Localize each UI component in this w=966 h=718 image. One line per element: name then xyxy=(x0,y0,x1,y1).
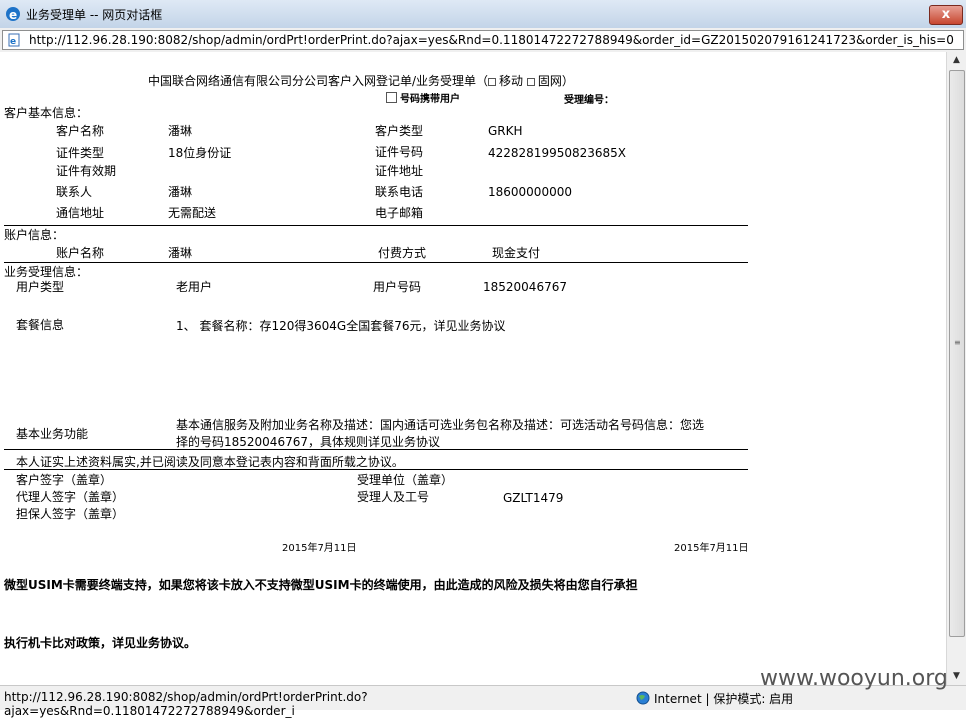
divider xyxy=(4,225,748,226)
account-name-label: 账户名称 xyxy=(56,246,105,260)
mail-addr-value: 无需配送 xyxy=(168,206,217,220)
user-no-label: 用户号码 xyxy=(373,280,422,294)
email-label: 电子邮箱 xyxy=(375,206,424,220)
fixed-checkbox[interactable] xyxy=(526,78,535,86)
notice-policy: 执行机卡比对政策，详见业务协议。 xyxy=(4,636,197,650)
user-no-value: 18520046767 xyxy=(483,280,567,294)
page-icon: e xyxy=(8,33,20,47)
portable-checkbox[interactable] xyxy=(386,92,397,103)
address-bar: e http://112.96.28.190:8082/shop/admin/o… xyxy=(0,28,966,53)
contact-label: 联系人 xyxy=(56,185,93,199)
scrollbar-thumb[interactable]: ≡ xyxy=(949,70,965,637)
contact-value: 潘琳 xyxy=(168,185,193,199)
ie-logo-icon: e xyxy=(6,7,20,22)
section-customer: 客户基本信息： xyxy=(4,106,89,120)
package-value: 1、 套餐名称：存120得3604G全国套餐76元，详见业务协议 xyxy=(176,319,506,333)
account-name-value: 潘琳 xyxy=(168,246,193,260)
divider xyxy=(4,469,748,470)
divider xyxy=(4,449,748,450)
scroll-up-arrow-icon[interactable]: ▲ xyxy=(947,52,966,69)
fixed-label: 固网） xyxy=(537,74,574,88)
svg-text:e: e xyxy=(10,37,16,47)
form-title: 中国联合网络通信有限公司分公司客户入网登记单/业务受理单（ xyxy=(148,74,489,88)
notice-usim: 微型USIM卡需要终端支持，如果您将该卡放入不支持微型USIM卡的终端使用，由此… xyxy=(4,578,638,592)
window-title: 业务受理单 -- 网页对话框 xyxy=(26,8,163,22)
window-titlebar: e 业务受理单 -- 网页对话框 x xyxy=(0,0,966,29)
id-valid-label: 证件有效期 xyxy=(56,164,117,178)
portable-row: 号码携带用户 xyxy=(386,90,460,105)
security-zone: Internet | 保护模式: 启用 xyxy=(654,692,794,706)
basic-value-line2: 择的号码18520046767，具体规则详见业务协议 xyxy=(176,435,440,449)
address-field[interactable]: e http://112.96.28.190:8082/shop/admin/o… xyxy=(2,30,964,50)
section-account: 账户信息： xyxy=(4,228,65,242)
svg-text:e: e xyxy=(9,8,17,22)
package-label: 套餐信息 xyxy=(16,318,65,332)
mail-addr-label: 通信地址 xyxy=(56,206,105,220)
address-url: http://112.96.28.190:8082/shop/admin/ord… xyxy=(29,33,954,47)
customer-name-label: 客户名称 xyxy=(56,124,105,138)
user-type-value: 老用户 xyxy=(176,280,213,294)
operator-label: 受理人及工号 xyxy=(357,490,430,504)
agent-sign-label: 代理人签字（盖章） xyxy=(16,490,125,504)
close-button[interactable]: x xyxy=(929,5,963,25)
mobile-label: 移动 xyxy=(499,74,524,88)
basic-value-line1: 基本通信服务及附加业务名称及描述：国内通话可选业务包名称及描述：可选活动名号码信… xyxy=(176,418,705,432)
pay-label: 付费方式 xyxy=(378,246,427,260)
vertical-scrollbar[interactable]: ▲ ≡ ▼ xyxy=(946,52,966,685)
document-content: 中国联合网络通信有限公司分公司客户入网登记单/业务受理单（ 移动 固网） 号码携带… xyxy=(0,52,946,685)
scroll-down-arrow-icon[interactable]: ▼ xyxy=(947,668,966,685)
customer-sign-label: 客户签字（盖章） xyxy=(16,473,113,487)
mobile-checkbox[interactable] xyxy=(488,78,497,86)
date-right: 2015年7月11日 xyxy=(674,543,749,554)
id-type-value: 18位身份证 xyxy=(168,146,232,160)
portable-label: 号码携带用户 xyxy=(400,94,460,105)
customer-type-label: 客户类型 xyxy=(375,124,424,138)
customer-name-value: 潘琳 xyxy=(168,124,193,138)
pay-value: 现金支付 xyxy=(492,246,541,260)
customer-type-value: GRKH xyxy=(488,124,523,138)
phone-label: 联系电话 xyxy=(375,185,424,199)
form-header: 中国联合网络通信有限公司分公司客户入网登记单/业务受理单（ 移动 固网） xyxy=(148,72,574,89)
phone-value: 18600000000 xyxy=(488,185,572,199)
watermark-text: www.wooyun.org xyxy=(760,666,948,691)
operator-value: GZLT1479 xyxy=(503,491,564,505)
id-no-label: 证件号码 xyxy=(375,145,424,159)
id-no-value: 42282819950823685X xyxy=(488,146,627,160)
unit-seal-label: 受理单位（盖章） xyxy=(357,473,454,487)
receipt-no-label: 受理编号： xyxy=(564,95,614,106)
grip-icon: ≡ xyxy=(954,338,961,347)
basic-label: 基本业务功能 xyxy=(16,427,89,441)
status-url: http://112.96.28.190:8082/shop/admin/ord… xyxy=(4,690,368,718)
divider xyxy=(4,262,748,263)
guarantor-sign-label: 担保人签字（盖章） xyxy=(16,507,125,521)
id-type-label: 证件类型 xyxy=(56,146,105,160)
globe-icon xyxy=(636,691,650,705)
date-left: 2015年7月11日 xyxy=(282,543,357,554)
declaration: 本人证实上述资料属实,并已阅读及同意本登记表内容和背面所载之协议。 xyxy=(16,455,404,469)
user-type-label: 用户类型 xyxy=(16,280,65,294)
id-addr-label: 证件地址 xyxy=(375,164,424,178)
